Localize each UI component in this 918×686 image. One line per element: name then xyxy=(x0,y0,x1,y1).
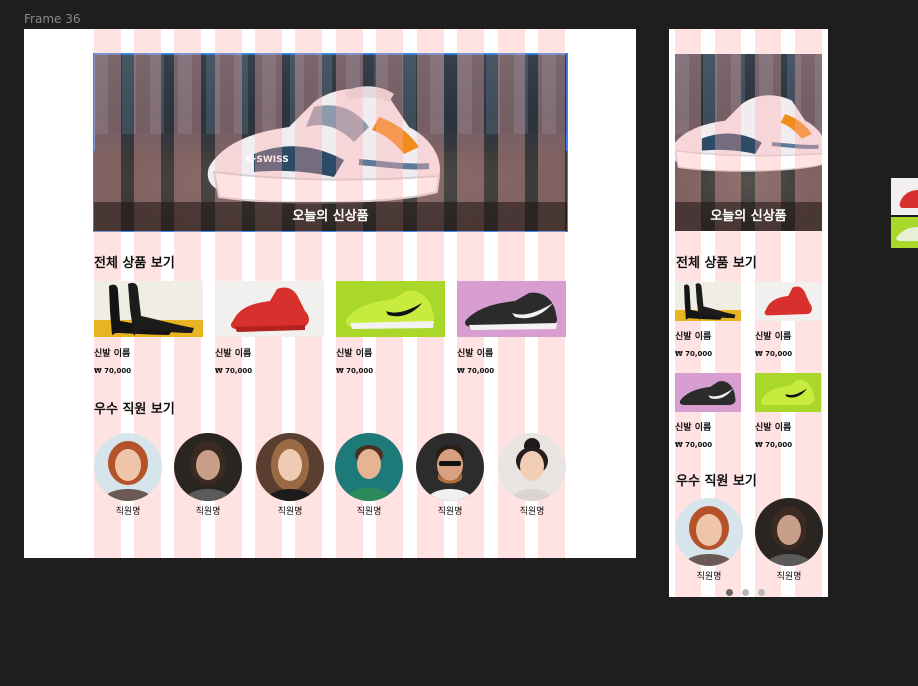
mobile-hero-banner[interactable]: 오늘의 신상품 xyxy=(675,54,822,231)
product-price: ₩ 70,000 xyxy=(457,367,495,375)
employee-card[interactable]: 직원명 xyxy=(675,498,743,582)
employee-name: 직원명 xyxy=(115,507,141,517)
product-price: ₩ 70,000 xyxy=(755,441,793,449)
product-card[interactable]: 신발 이름 ₩ 70,000 xyxy=(675,373,741,449)
employee-card[interactable]: 직원명 xyxy=(94,433,162,517)
product-card[interactable]: 신발 이름 ₩ 70,000 xyxy=(755,373,821,449)
pager-dot[interactable] xyxy=(742,589,749,596)
employee-card[interactable]: 직원명 xyxy=(256,433,324,517)
pager-dot[interactable] xyxy=(726,589,733,596)
avatar xyxy=(755,498,823,566)
avatar xyxy=(94,433,162,501)
employee-card[interactable]: 직원명 xyxy=(335,433,403,517)
avatar xyxy=(498,433,566,501)
employee-name: 직원명 xyxy=(277,507,303,517)
avatar xyxy=(335,433,403,501)
pager-dot[interactable] xyxy=(758,589,765,596)
employee-name: 직원명 xyxy=(356,507,382,517)
product-price: ₩ 70,000 xyxy=(675,350,713,358)
product-name: 신발 이름 xyxy=(336,349,373,359)
employees-section-title: 우수 직원 보기 xyxy=(676,474,757,489)
product-card[interactable]: 신발 이름 ₩ 70,000 xyxy=(675,282,741,358)
avatar xyxy=(675,498,743,566)
product-image-red-sneaker xyxy=(215,281,324,337)
employee-card[interactable]: 직원명 xyxy=(416,433,484,517)
product-card[interactable]: 신발 이름 ₩ 70,000 xyxy=(457,281,566,375)
hero-caption: 오늘의 신상품 xyxy=(94,202,567,231)
product-price: ₩ 70,000 xyxy=(755,350,793,358)
desktop-frame[interactable]: K·SWISS 오늘의 신상품 전체 상품 보기 신발 이름 ₩ 70,000 … xyxy=(24,29,636,558)
hero-caption: 오늘의 신상품 xyxy=(675,202,822,231)
product-name: 신발 이름 xyxy=(755,423,792,433)
product-name: 신발 이름 xyxy=(755,332,792,342)
product-name: 신발 이름 xyxy=(94,349,131,359)
product-card[interactable]: 신발 이름 ₩ 70,000 xyxy=(336,281,445,375)
product-image-lime-nike xyxy=(336,281,445,337)
avatar xyxy=(416,433,484,501)
svg-text:K·SWISS: K·SWISS xyxy=(246,155,289,165)
employee-name: 직원명 xyxy=(195,507,221,517)
employees-section-title: 우수 직원 보기 xyxy=(94,402,175,417)
products-section-title: 전체 상품 보기 xyxy=(94,256,175,271)
product-name: 신발 이름 xyxy=(215,349,252,359)
product-image-lime-nike xyxy=(755,373,821,412)
product-price: ₩ 70,000 xyxy=(336,367,374,375)
product-name: 신발 이름 xyxy=(675,423,712,433)
employee-card[interactable]: 직원명 xyxy=(174,433,242,517)
product-name: 신발 이름 xyxy=(457,349,494,359)
product-image-black-nike-on-pink xyxy=(675,373,741,412)
product-price: ₩ 70,000 xyxy=(215,367,253,375)
product-card[interactable]: 신발 이름 ₩ 70,000 xyxy=(94,281,203,375)
offscreen-frame-preview[interactable] xyxy=(891,178,918,248)
avatar xyxy=(174,433,242,501)
mobile-frame[interactable]: 오늘의 신상품 전체 상품 보기 신발 이름 ₩ 70,000 신발 이름 ₩ … xyxy=(669,29,828,597)
product-card[interactable]: 신발 이름 ₩ 70,000 xyxy=(215,281,324,375)
employee-name: 직원명 xyxy=(437,507,463,517)
avatar xyxy=(256,433,324,501)
hero-banner[interactable]: K·SWISS 오늘의 신상품 xyxy=(93,53,568,232)
product-image-black-nike-on-pink xyxy=(457,281,566,337)
products-section-title: 전체 상품 보기 xyxy=(676,256,757,271)
product-image-black-heels xyxy=(94,281,203,337)
frame-label[interactable]: Frame 36 xyxy=(24,12,80,26)
product-image-black-heels xyxy=(675,282,741,321)
product-price: ₩ 70,000 xyxy=(94,367,132,375)
employee-card[interactable]: 직원명 xyxy=(498,433,566,517)
sneaker-image xyxy=(675,95,822,172)
employee-name: 직원명 xyxy=(519,507,545,517)
carousel-pager[interactable] xyxy=(726,581,774,597)
employee-card[interactable]: 직원명 xyxy=(755,498,823,582)
product-image-red-sneaker xyxy=(755,282,821,321)
sneaker-image: K·SWISS xyxy=(207,86,441,204)
product-name: 신발 이름 xyxy=(675,332,712,342)
product-price: ₩ 70,000 xyxy=(675,441,713,449)
product-card[interactable]: 신발 이름 ₩ 70,000 xyxy=(755,282,821,358)
